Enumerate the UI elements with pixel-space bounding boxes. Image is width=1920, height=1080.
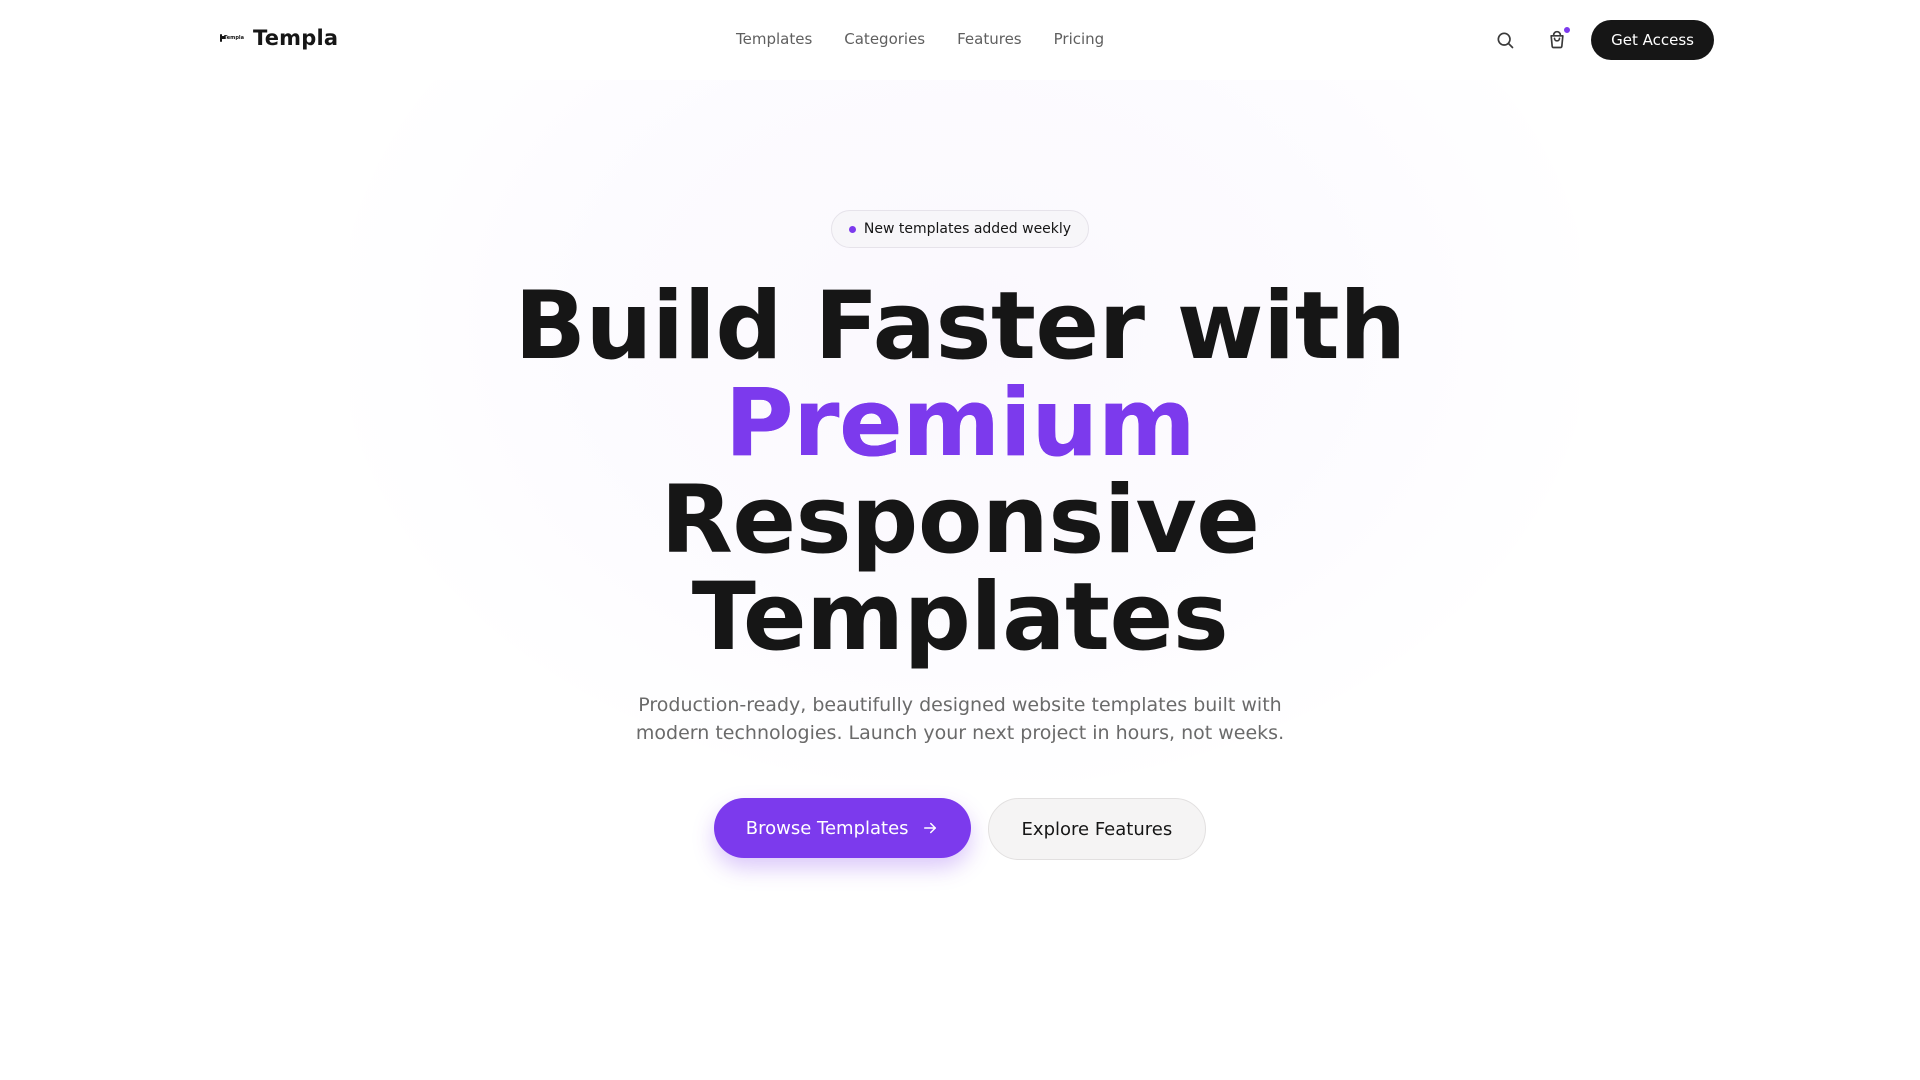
headline-line-3: Responsive [660,466,1260,575]
headline-accent: Premium [514,375,1405,472]
headline-line-4: Templates [691,563,1229,672]
browse-templates-button[interactable]: Browse Templates [713,798,971,858]
browse-templates-label: Browse Templates [745,817,909,839]
hero-headline: Build Faster with Premium Responsive Tem… [514,272,1406,672]
badge-dot-icon [848,225,856,233]
arrow-right-icon [923,822,936,834]
headline-line-1: Build Faster with [514,272,1406,381]
hero-section: New templates added weekly Build Faster … [0,0,1920,1080]
explore-features-button[interactable]: Explore Features [987,798,1207,860]
hero-subtitle: Production-ready, beautifully designed w… [635,694,1285,744]
badge-text: New templates added weekly [863,221,1072,237]
announcement-badge: New templates added weekly [830,210,1090,248]
hero-cta-group: Browse Templates Explore Features [713,798,1207,860]
